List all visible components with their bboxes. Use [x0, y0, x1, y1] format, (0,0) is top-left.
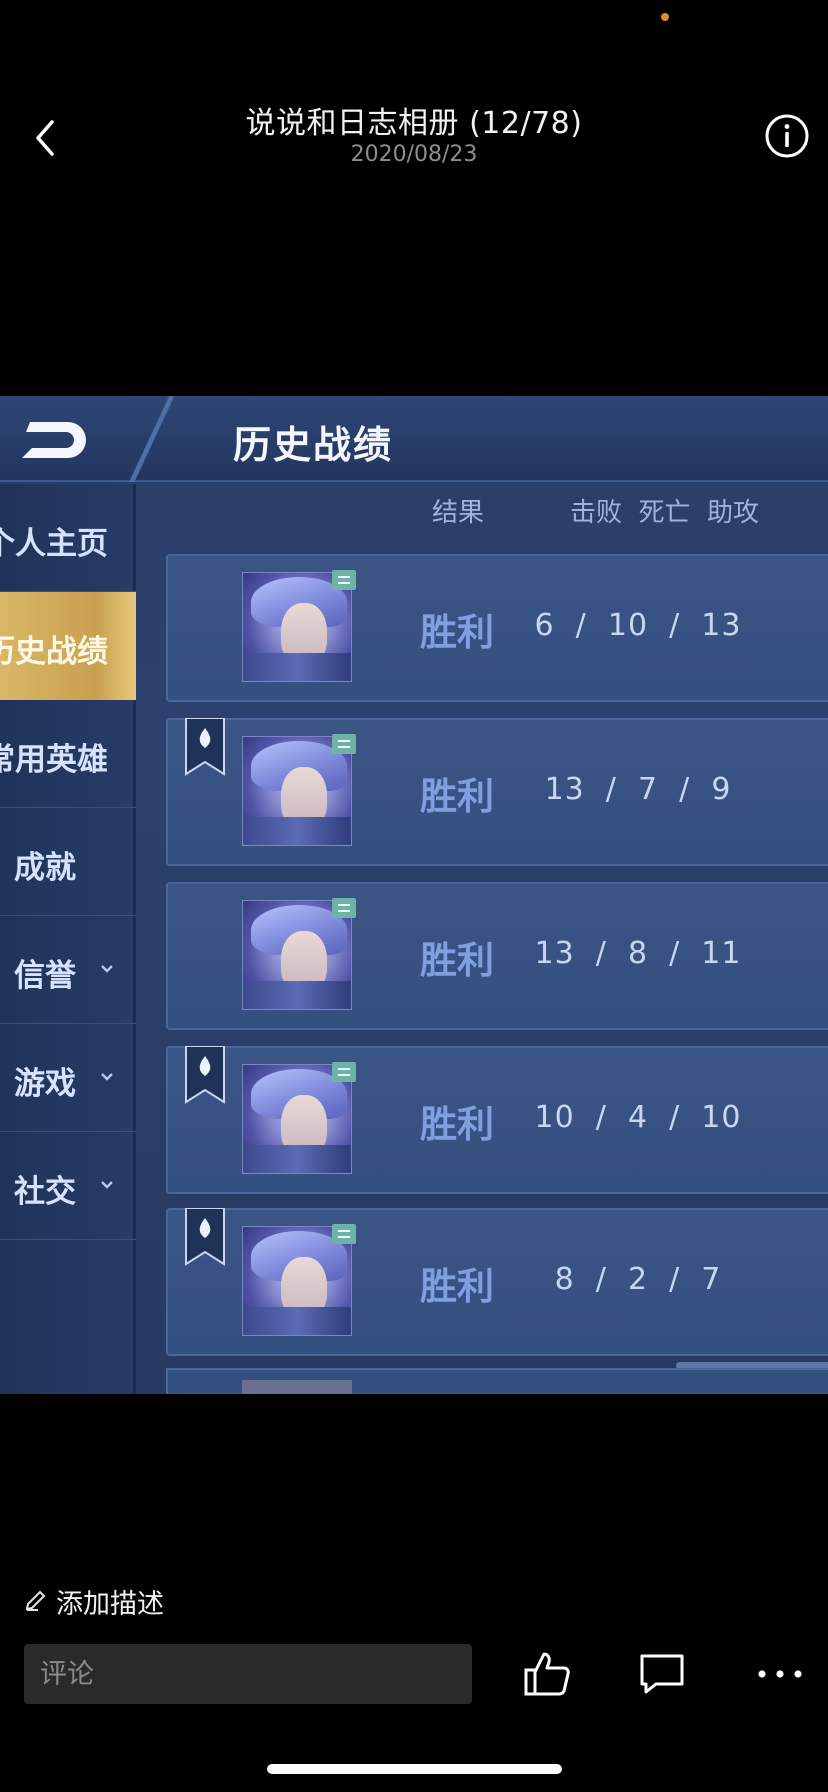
mvp-banner-icon: [185, 1208, 225, 1266]
sidebar-item-label: 成就: [14, 850, 76, 886]
mode-badge-icon: [332, 734, 356, 754]
match-kda: 6 / 10 / 13: [534, 608, 742, 643]
mode-badge-icon: [332, 570, 356, 590]
mvp-banner-icon: [185, 1046, 225, 1104]
game-sidebar: 个人主页 历史战绩 常用英雄 成就 信誉 游戏 社交: [0, 484, 136, 1394]
match-row[interactable]: 胜利 8 / 2 / 7: [166, 1208, 828, 1356]
comment-button[interactable]: [636, 1648, 688, 1700]
match-row-partial: [166, 1368, 828, 1394]
mode-badge-icon: [332, 1062, 356, 1082]
mode-badge-icon: [332, 898, 356, 918]
like-button[interactable]: [522, 1648, 574, 1700]
match-row[interactable]: 胜利 10 / 4 / 10: [166, 1046, 828, 1194]
match-result: 胜利: [420, 1103, 494, 1146]
match-kda: 8 / 2 / 7: [554, 1262, 722, 1297]
sidebar-item-profile[interactable]: 个人主页: [0, 484, 136, 592]
match-result: 胜利: [420, 939, 494, 982]
sidebar-item-label: 游戏: [14, 1066, 76, 1102]
match-result: 胜利: [420, 611, 494, 654]
chevron-down-icon: [101, 1073, 113, 1081]
sidebar-item-reputation[interactable]: 信誉: [0, 916, 136, 1024]
sidebar-item-label: 个人主页: [0, 526, 108, 562]
notification-dot: [661, 13, 669, 21]
sidebar-item-label: 常用英雄: [0, 742, 108, 778]
game-back-icon: [22, 422, 86, 458]
home-indicator[interactable]: [267, 1764, 562, 1774]
photo-viewer-header: 说说和日志相册 (12/78) 2020/08/23: [0, 90, 828, 180]
sidebar-item-history[interactable]: 历史战绩: [0, 592, 136, 700]
match-kda: 13 / 7 / 9: [544, 772, 732, 807]
sidebar-item-heroes[interactable]: 常用英雄: [0, 700, 136, 808]
match-kda: 13 / 8 / 11: [534, 936, 742, 971]
pencil-icon: [25, 1590, 46, 1611]
game-page-title: 历史战绩: [233, 423, 394, 467]
sidebar-item-label: 历史战绩: [0, 634, 108, 670]
game-topbar: 历史战绩: [0, 396, 828, 482]
comment-input[interactable]: [24, 1644, 472, 1704]
sidebar-item-game[interactable]: 游戏: [0, 1024, 136, 1132]
photo-date: 2020/08/23: [350, 142, 478, 167]
match-result: 胜利: [420, 1265, 494, 1308]
info-icon: [765, 114, 809, 158]
sidebar-item-label: 信誉: [14, 958, 76, 994]
sidebar-item-label: 社交: [14, 1174, 76, 1210]
column-header-kda: 击败 死亡 助攻: [570, 498, 760, 528]
album-title: 说说和日志相册 (12/78): [245, 106, 583, 141]
sidebar-item-social[interactable]: 社交: [0, 1132, 136, 1240]
chevron-down-icon: [101, 965, 113, 973]
column-header-result: 结果: [432, 498, 485, 528]
topbar-divider: [110, 396, 200, 482]
add-description-label: 添加描述: [56, 1589, 164, 1620]
more-icon: [758, 1670, 802, 1678]
info-button[interactable]: [763, 112, 811, 160]
mvp-banner-icon: [185, 718, 225, 776]
match-kda: 10 / 4 / 10: [534, 1100, 742, 1135]
thumbs-up-icon: [524, 1652, 570, 1696]
game-screenshot[interactable]: 历史战绩 个人主页 历史战绩 常用英雄 成就 信誉 游戏 社交 结果 击败 死亡…: [0, 396, 828, 1394]
sidebar-item-achievements[interactable]: 成就: [0, 808, 136, 916]
match-result: 胜利: [420, 775, 494, 818]
more-button[interactable]: [754, 1648, 806, 1700]
match-row[interactable]: 胜利 13 / 8 / 11: [166, 882, 828, 1030]
chevron-down-icon: [101, 1181, 113, 1189]
match-row[interactable]: 胜利 6 / 10 / 13: [166, 554, 828, 702]
match-row[interactable]: 胜利 13 / 7 / 9: [166, 718, 828, 866]
comment-icon: [640, 1654, 684, 1694]
mode-badge-icon: [332, 1224, 356, 1244]
